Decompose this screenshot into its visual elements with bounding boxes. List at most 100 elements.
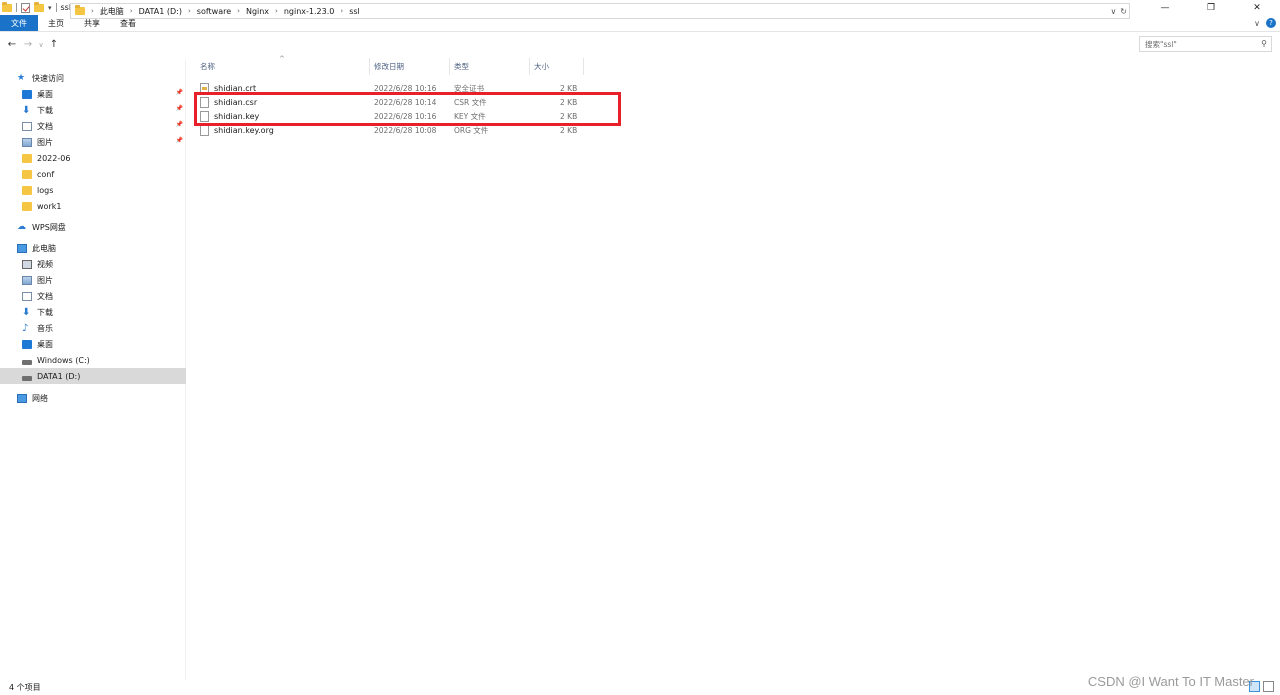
- sidebar-item-label: 音乐: [37, 323, 53, 333]
- breadcrumb-item[interactable]: ssl: [349, 7, 360, 16]
- sidebar-item-label: 下载: [37, 105, 53, 115]
- computer-icon: [17, 243, 27, 253]
- breadcrumb-item[interactable]: nginx-1.23.0: [284, 7, 335, 16]
- pin-icon[interactable]: 📌: [176, 121, 183, 128]
- column-header-size[interactable]: 大小: [530, 58, 584, 75]
- help-icon[interactable]: ?: [1266, 18, 1276, 28]
- breadcrumb-item[interactable]: 此电脑: [100, 6, 124, 17]
- sidebar-item[interactable]: ⬇ 下载 📌: [0, 102, 186, 118]
- restore-button[interactable]: ❐: [1188, 0, 1234, 15]
- sidebar-item[interactable]: ★ 快速访问: [0, 70, 186, 86]
- desktop-icon: [22, 339, 32, 349]
- breadcrumb-item[interactable]: software: [197, 7, 231, 16]
- up-arrow-icon[interactable]: ↑: [46, 37, 62, 53]
- drive-icon: [22, 359, 32, 365]
- sidebar-item-label: 下载: [37, 307, 53, 317]
- close-button[interactable]: ✕: [1234, 0, 1280, 15]
- sidebar-item-label: 2022-06: [37, 153, 71, 163]
- sidebar-item[interactable]: 网络: [0, 390, 186, 406]
- watermark: CSDN @I Want To IT Master: [1087, 674, 1254, 689]
- item-count: 4 个项目: [9, 682, 41, 692]
- sidebar-item[interactable]: 文档: [0, 288, 186, 304]
- sidebar-item[interactable]: ♪ 音乐: [0, 320, 186, 336]
- star-icon: ★: [17, 72, 26, 83]
- sidebar-item[interactable]: logs: [0, 182, 186, 198]
- sidebar-item[interactable]: 2022-06: [0, 150, 186, 166]
- tab-home[interactable]: 主页: [38, 15, 74, 31]
- expand-ribbon-icon[interactable]: ∨: [1254, 19, 1260, 28]
- sidebar-item-label: Windows (C:): [37, 355, 90, 365]
- breadcrumb-item[interactable]: DATA1 (D:): [139, 7, 182, 16]
- network-icon: [17, 393, 27, 403]
- address-controls: ∨ ↻: [1110, 4, 1127, 18]
- tab-file[interactable]: 文件: [0, 15, 38, 31]
- sidebar-item-label: DATA1 (D:): [37, 371, 81, 381]
- picture-icon: [22, 275, 32, 285]
- pin-icon[interactable]: 📌: [176, 137, 183, 144]
- sidebar-item-label: WPS网盘: [32, 222, 66, 232]
- sidebar-item[interactable]: Windows (C:): [0, 352, 186, 368]
- sidebar-item[interactable]: 图片: [0, 272, 186, 288]
- picture-icon: [22, 137, 32, 147]
- sidebar-item[interactable]: 图片 📌: [0, 134, 186, 150]
- navigation-bar: ← → ∨ ↑: [0, 33, 1280, 56]
- sidebar-item[interactable]: 视频: [0, 256, 186, 272]
- music-icon: ♪: [22, 322, 29, 334]
- drive-icon: [22, 375, 32, 381]
- sidebar-item[interactable]: conf: [0, 166, 186, 182]
- sidebar-item[interactable]: 此电脑: [0, 240, 186, 256]
- breadcrumb: › 此电脑 › DATA1 (D:) › software › Nginx › …: [91, 6, 360, 17]
- pin-icon[interactable]: 📌: [176, 89, 183, 96]
- back-arrow-icon[interactable]: ←: [4, 37, 20, 53]
- sidebar-item-label: conf: [37, 169, 55, 179]
- folder-icon: [22, 153, 32, 163]
- sidebar-item-label: 桌面: [37, 89, 53, 99]
- breadcrumb-item[interactable]: Nginx: [246, 7, 269, 16]
- sidebar-item[interactable]: 桌面: [0, 336, 186, 352]
- forward-arrow-icon[interactable]: →: [20, 37, 36, 53]
- refresh-icon[interactable]: ↻: [1120, 7, 1127, 16]
- sidebar-item[interactable]: ⬇ 下载: [0, 304, 186, 320]
- sidebar-item-label: 文档: [37, 121, 53, 131]
- search-placeholder: 搜索"ssl": [1145, 39, 1177, 49]
- sidebar-item[interactable]: work1: [0, 198, 186, 214]
- folder-icon: [75, 5, 85, 15]
- column-header-name[interactable]: 名称: [196, 58, 370, 75]
- large-icons-view-icon[interactable]: [1263, 681, 1274, 692]
- cloud-icon: ☁: [17, 221, 26, 232]
- column-header-date[interactable]: 修改日期: [370, 58, 450, 75]
- sidebar-item-label: 快速访问: [32, 73, 64, 83]
- sidebar-item-label: 桌面: [37, 339, 53, 349]
- column-header-type[interactable]: 类型: [450, 58, 530, 75]
- navigation-pane: ★ 快速访问桌面 📌 ⬇ 下载 📌 文档 📌 图片 📌 2022-06 conf logs work1 ☁ W…: [0, 60, 186, 680]
- sidebar-item[interactable]: 桌面 📌: [0, 86, 186, 102]
- folder-icon: [2, 1, 12, 12]
- address-bar[interactable]: › 此电脑 › DATA1 (D:) › software › Nginx › …: [70, 3, 1130, 19]
- divider: [16, 3, 17, 12]
- properties-icon[interactable]: [21, 2, 30, 13]
- folder-icon: [22, 185, 32, 195]
- download-icon: ⬇: [22, 104, 31, 116]
- customize-toolbar-icon[interactable]: ▾: [48, 4, 52, 12]
- ribbon-right-controls: ∨ ?: [1254, 18, 1276, 28]
- sidebar-item-label: 图片: [37, 137, 53, 147]
- sidebar-item[interactable]: 文档 📌: [0, 118, 186, 134]
- recent-locations-icon[interactable]: ∨: [36, 37, 46, 53]
- pin-icon[interactable]: 📌: [176, 105, 183, 112]
- folder-icon: [22, 169, 32, 179]
- search-icon: ⚲: [1261, 39, 1267, 48]
- address-dropdown-icon[interactable]: ∨: [1110, 7, 1116, 16]
- minimize-button[interactable]: —: [1142, 0, 1188, 15]
- sidebar-item-label: logs: [37, 185, 54, 195]
- search-input[interactable]: 搜索"ssl" ⚲: [1139, 36, 1272, 52]
- sidebar-item[interactable]: DATA1 (D:): [0, 368, 186, 384]
- desktop-icon: [22, 89, 32, 99]
- download-icon: ⬇: [22, 306, 31, 318]
- new-folder-icon[interactable]: [34, 1, 44, 12]
- document-icon: [22, 121, 32, 131]
- sidebar-item-label: 文档: [37, 291, 53, 301]
- sidebar-item[interactable]: ☁ WPS网盘: [0, 219, 186, 235]
- sidebar-item-label: 网络: [32, 393, 48, 403]
- video-icon: [22, 259, 32, 269]
- file-name: shidian.key.org: [214, 125, 274, 135]
